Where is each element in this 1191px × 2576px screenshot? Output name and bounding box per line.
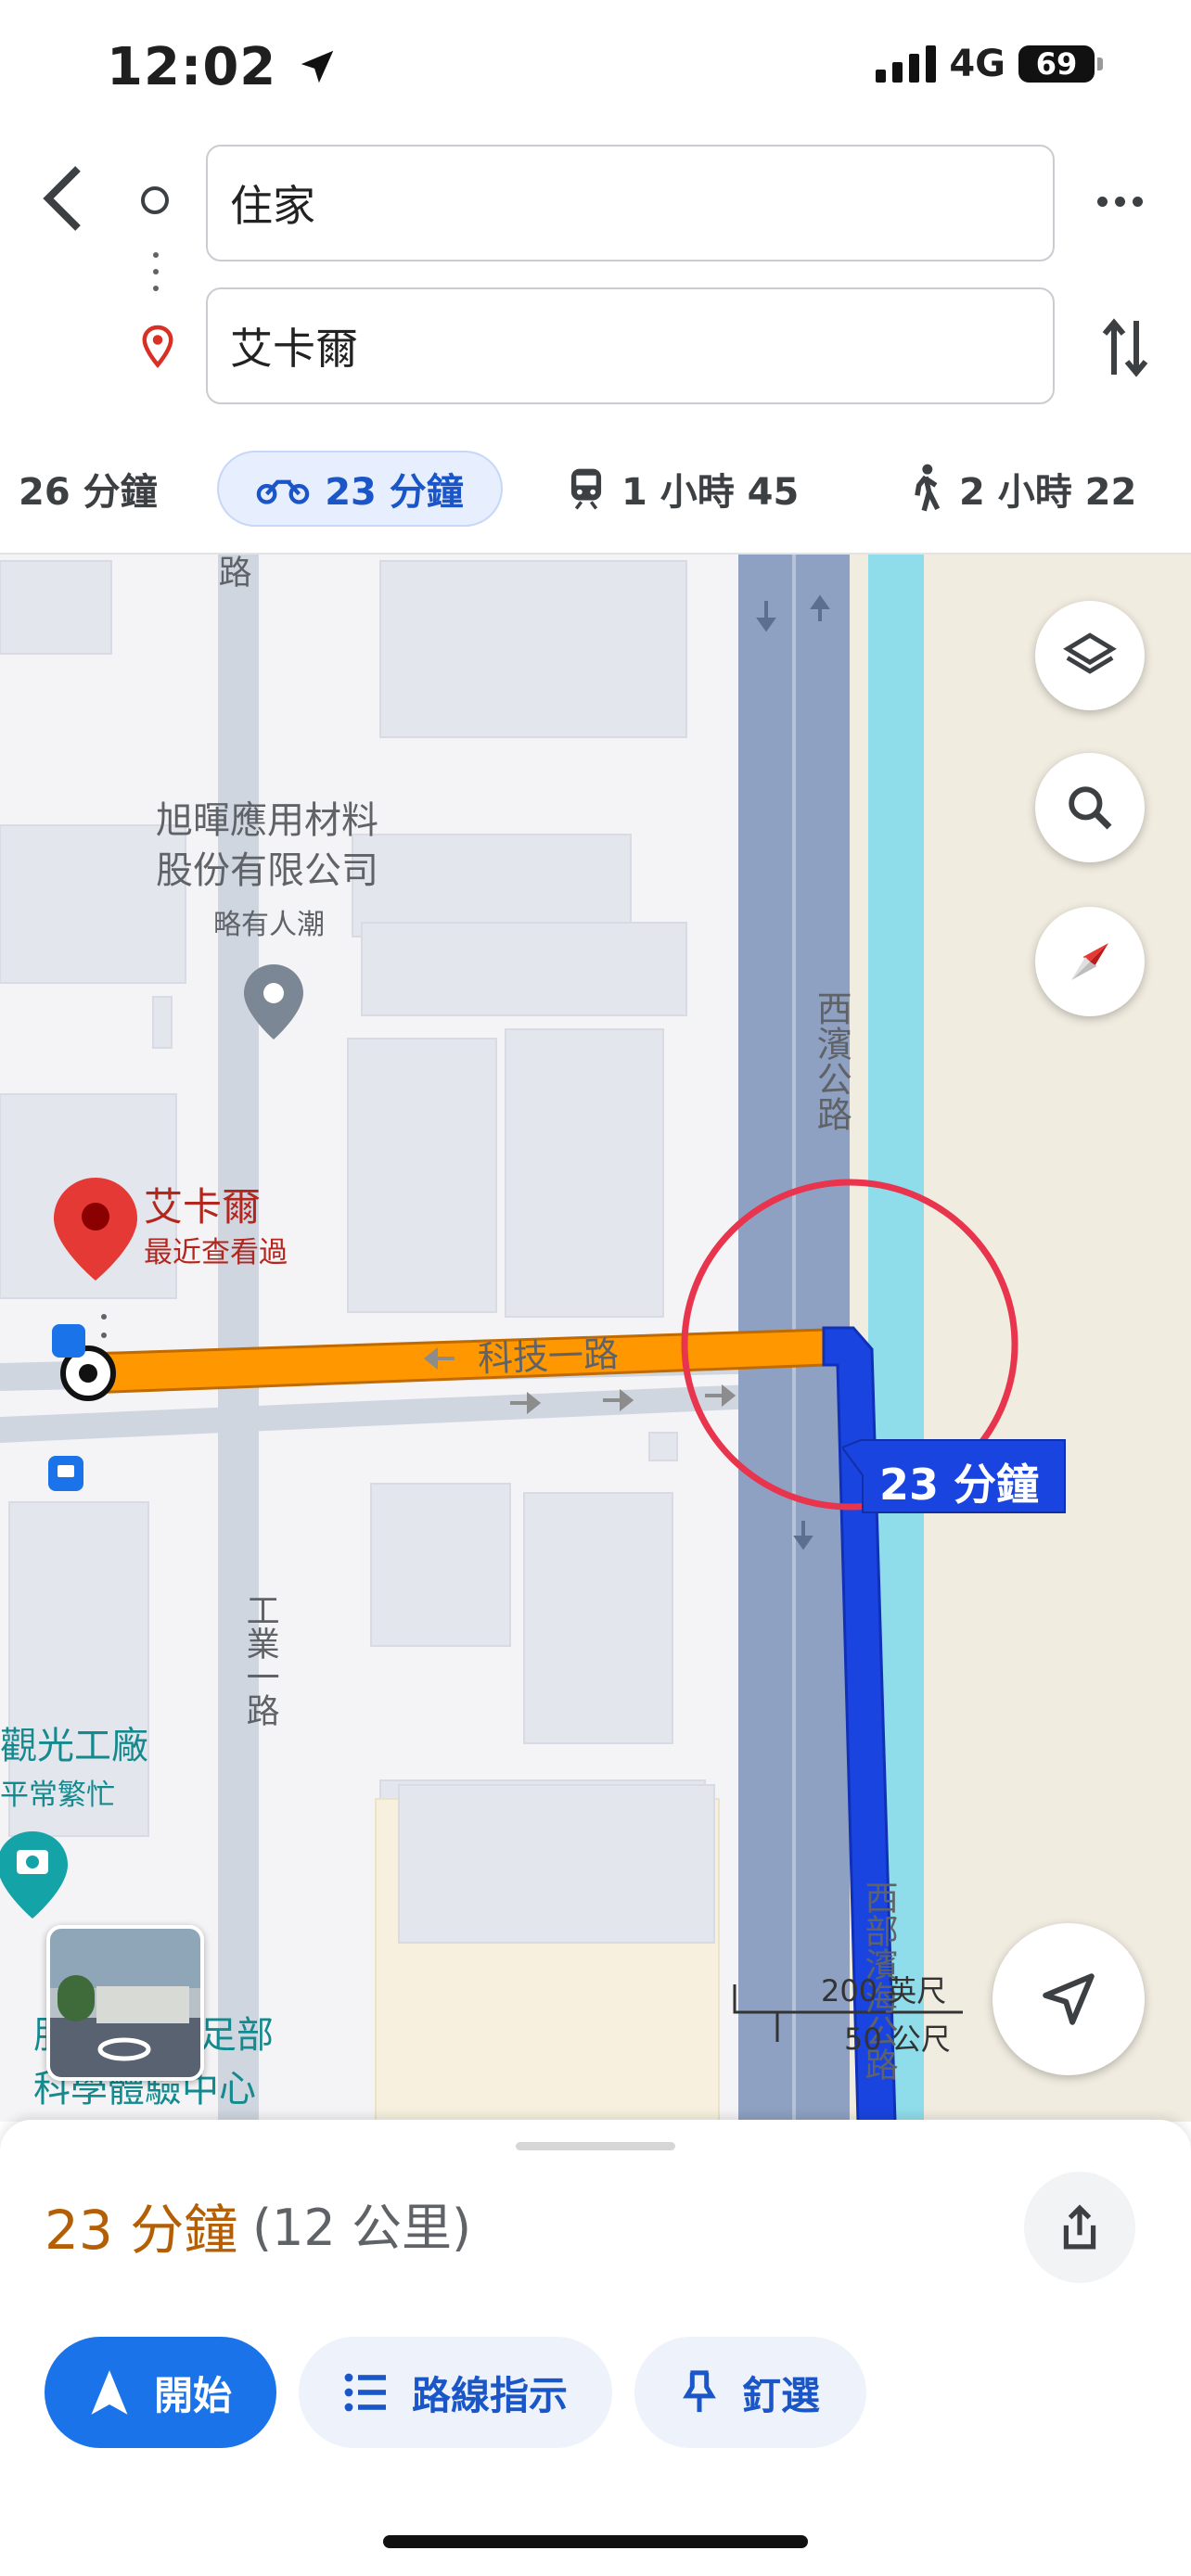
motorcycle-icon [256,479,310,504]
rotate-360-icon [97,2037,151,2061]
origin-circle-icon [141,186,169,214]
compass-icon [1071,943,1108,980]
network-type: 4G [949,43,1005,85]
street-view-thumbnail[interactable] [46,1925,204,2081]
origin-text: 住家 [230,181,315,231]
navigation-arrow-icon [1043,1973,1095,2025]
route-dots [153,252,159,291]
tab-motorcycle-label: 23 分鐘 [325,471,464,514]
poi-factory-status: 平常繁忙 [0,1779,115,1812]
steps-button[interactable]: 路線指示 [299,2337,612,2448]
sheet-drag-handle[interactable] [516,2142,675,2150]
start-button-label: 開始 [153,2372,232,2418]
tab-walking[interactable]: 2 小時 22 [907,451,1136,527]
back-arrow-icon [43,166,81,231]
scale-feet-label: 200 英尺 [821,1973,947,2009]
share-icon [1063,2204,1096,2250]
destination-text: 艾卡爾 [230,324,358,374]
dest-sub-label: 最近查看過 [144,1236,288,1269]
poi-company-label[interactable]: 旭暉應用材料 股份有限公司 [156,796,378,896]
dest-name-label[interactable]: 艾卡爾 [144,1181,261,1234]
status-time: 12:02 [107,37,339,97]
origin-input[interactable]: 住家 [206,145,1055,261]
pushpin-icon [683,2370,716,2413]
location-arrow-icon [301,50,334,83]
layers-icon [1063,632,1117,674]
map-view[interactable]: 旭暉應用材料 股份有限公司 略有人潮 艾卡爾 最近查看過 科技一路 西濱公路 工… [0,555,1191,2122]
route-badge-text: 23 分鐘 [879,1460,1040,1510]
layers-button[interactable] [1035,601,1145,710]
trip-duration: 23 分鐘 [45,2199,238,2262]
travel-mode-tabs: 26 分鐘 23 分鐘 1 小時 45 2 小時 22 [0,451,1191,553]
signal-bars-icon [876,45,937,83]
trip-distance: (12 公里) [252,2199,472,2257]
more-icon[interactable] [1097,197,1143,207]
back-button[interactable] [37,163,89,237]
status-time-text: 12:02 [107,37,277,97]
tab-driving[interactable]: 26 分鐘 [19,451,158,527]
road-xibin-label: 西濱公路 [811,990,852,1131]
search-icon [1069,786,1112,830]
poi-science-label-b: 足部 [199,2014,274,2057]
steps-button-label: 路線指示 [411,2372,568,2418]
scale-meters-label: 50 公尺 [844,2021,951,2057]
battery-icon: 69 [1018,45,1103,83]
tab-driving-label: 26 分鐘 [19,471,158,514]
train-icon [570,468,602,510]
share-button[interactable] [1024,2172,1135,2283]
poi-factory-label[interactable]: 觀光工廠 [0,1721,148,1771]
road-gongye-label: 工業一路 [240,1593,279,1727]
home-indicator[interactable] [383,2535,808,2548]
battery-level: 69 [1018,45,1095,83]
destination-input[interactable]: 艾卡爾 [206,287,1055,404]
search-button[interactable] [1035,753,1145,862]
pin-button-label: 釘選 [741,2372,820,2418]
tab-transit-label: 1 小時 45 [621,471,800,514]
destination-pin-icon [142,325,173,368]
tab-motorcycle[interactable]: 23 分鐘 [217,451,503,527]
road-top-label: 路 [212,555,251,588]
poi-company-status: 略有人潮 [213,909,325,941]
swap-icon[interactable] [1099,315,1151,380]
road-keji-label: 科技一路 [477,1333,620,1380]
tab-transit[interactable]: 1 小時 45 [566,451,799,527]
pin-button[interactable]: 釘選 [634,2337,866,2448]
list-icon [344,2373,386,2412]
tab-walking-label: 2 小時 22 [959,471,1137,514]
compass-button[interactable] [1035,907,1145,1016]
status-indicators: 4G 69 [876,43,1103,85]
start-button[interactable]: 開始 [45,2337,276,2448]
poi-company-name: 旭暉應用材料 股份有限公司 [156,799,378,892]
route-summary-sheet: 23 分鐘 (12 公里) 開始 路線指示 釘選 [0,2120,1191,2576]
navigation-start-icon [91,2370,128,2415]
walk-icon [915,464,941,512]
my-location-button[interactable] [992,1923,1145,2075]
